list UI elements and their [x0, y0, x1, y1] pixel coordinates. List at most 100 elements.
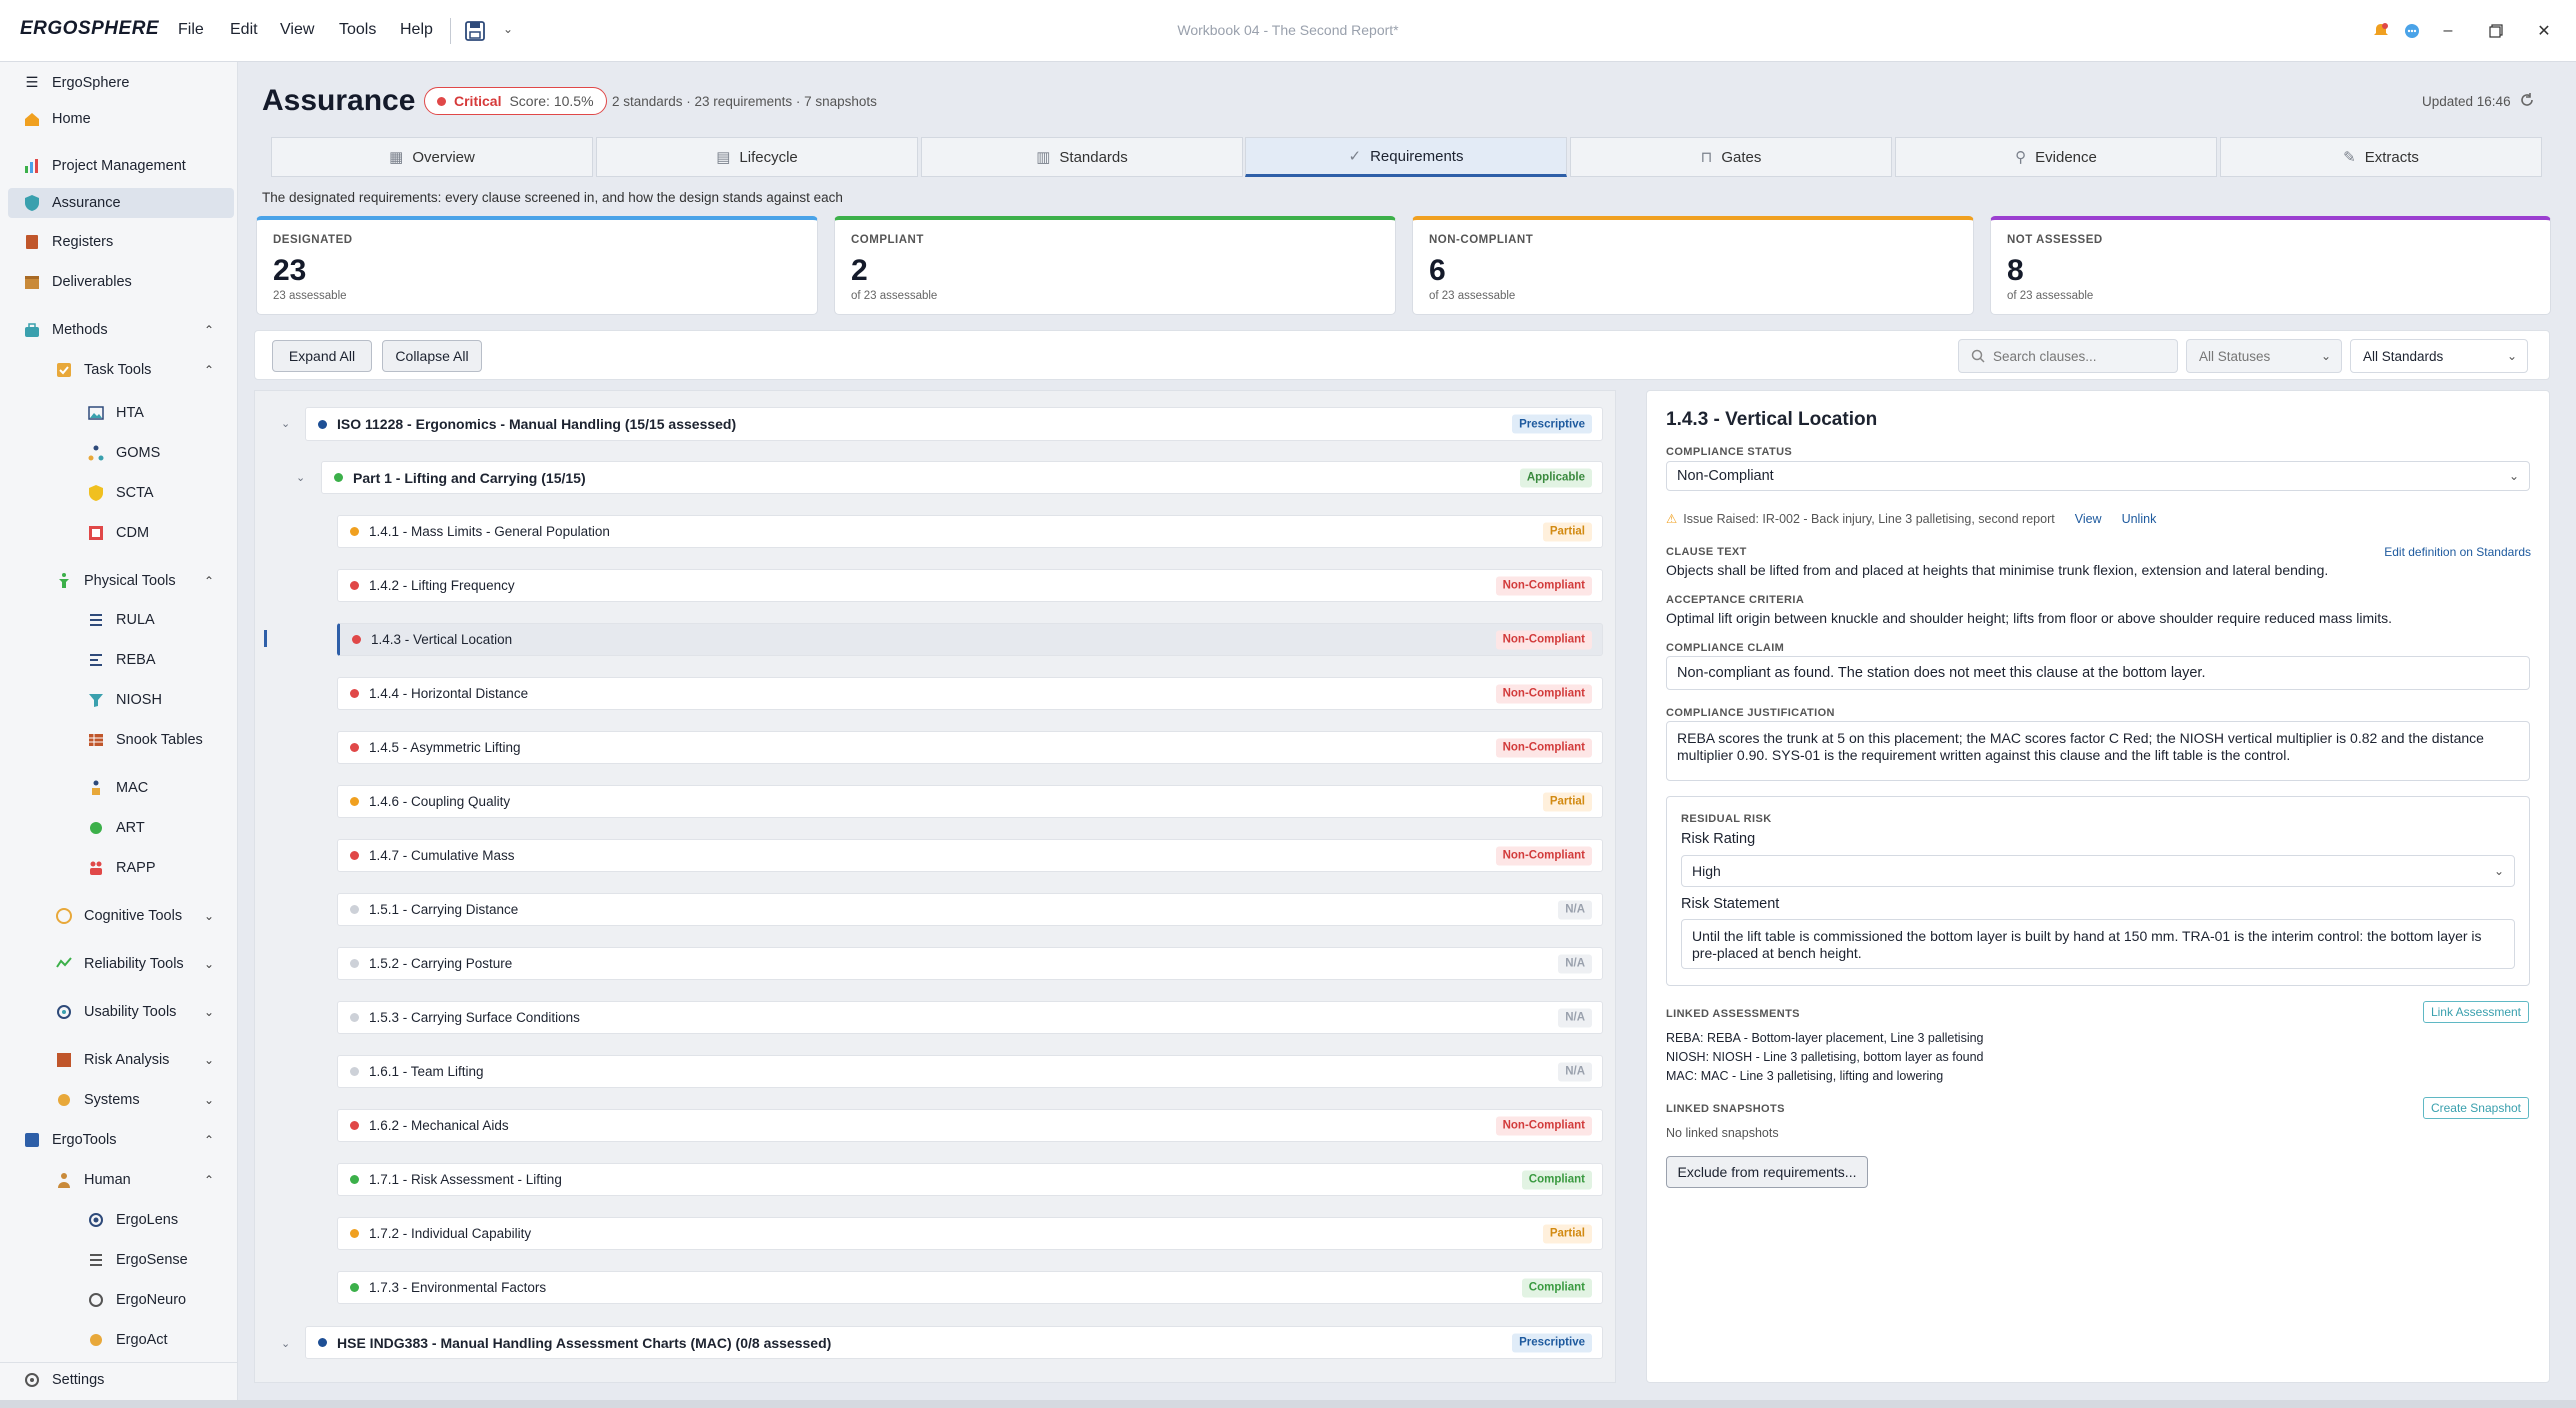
clause-row[interactable]: 1.4.7 - Cumulative Mass Non-Compliant — [337, 839, 1603, 872]
tab-overview[interactable]: ▦ Overview — [271, 137, 593, 177]
chevron-down-icon: ⌄ — [2508, 469, 2519, 483]
compliance-claim-field[interactable]: Non-compliant as found. The station does… — [1666, 656, 2530, 690]
tab-requirements[interactable]: ✓ Requirements — [1245, 137, 1567, 177]
clause-row[interactable]: 1.4.5 - Asymmetric Lifting Non-Compliant — [337, 731, 1603, 764]
standard-filter-value: All Standards — [2363, 348, 2444, 364]
residual-risk-section: RESIDUAL RISK Risk Rating High ⌄ Risk St… — [1666, 796, 2530, 986]
search-input[interactable]: Search clauses... — [1958, 339, 2178, 373]
chat-icon[interactable] — [2401, 20, 2423, 42]
sidebar-item-goms[interactable]: GOMS — [86, 440, 160, 466]
clause-row[interactable]: 1.5.2 - Carrying Posture N/A — [337, 947, 1603, 980]
create-snapshot-button[interactable]: Create Snapshot — [2422, 1097, 2529, 1119]
sidebar-item-home[interactable]: Home — [22, 106, 91, 132]
clause-row[interactable]: 1.4.3 - Vertical Location Non-Compliant — [337, 623, 1603, 656]
sidebar-item-ergoact[interactable]: ErgoAct — [86, 1327, 168, 1353]
sidebar-item-reba[interactable]: REBA — [86, 647, 156, 673]
sidebar-section-reliability-tools[interactable]: Reliability Tools ⌄ — [54, 951, 232, 977]
unlink-issue-link[interactable]: Unlink — [2122, 512, 2157, 526]
sidebar-section-risk-analysis[interactable]: Risk Analysis ⌄ — [54, 1047, 232, 1073]
tab-extracts[interactable]: ✎ Extracts — [2220, 137, 2542, 177]
status-dot — [350, 959, 359, 968]
sidebar-section-methods[interactable]: Methods ⌃ — [22, 317, 232, 343]
compliance-status-select[interactable]: Non-Compliant ⌄ — [1666, 461, 2530, 491]
sidebar-item-label: Cognitive Tools — [84, 908, 183, 924]
sidebar-item-hta[interactable]: HTA — [86, 400, 144, 426]
selected-indicator — [264, 630, 267, 647]
tab-gates[interactable]: ⊓ Gates — [1570, 137, 1892, 177]
clause-row[interactable]: 1.6.1 - Team Lifting N/A — [337, 1055, 1603, 1088]
chevron-down-icon[interactable]: ⌄ — [281, 417, 290, 430]
standard-row-hse-indg383[interactable]: HSE INDG383 - Manual Handling Assessment… — [305, 1326, 1603, 1359]
clause-row[interactable]: 1.4.2 - Lifting Frequency Non-Compliant — [337, 569, 1603, 602]
standard-filter-select[interactable]: All Standards ⌄ — [2350, 339, 2528, 373]
expand-all-button[interactable]: Expand All — [272, 340, 372, 372]
sidebar-item-settings[interactable]: Settings — [22, 1367, 104, 1393]
close-icon[interactable]: ✕ — [2533, 20, 2555, 42]
status-filter-select[interactable]: All Statuses ⌄ — [2186, 339, 2342, 373]
sidebar-item-scta[interactable]: SCTA — [86, 480, 154, 506]
view-issue-link[interactable]: View — [2075, 512, 2102, 526]
updated-text: Updated 16:46 — [2422, 94, 2511, 109]
clause-row[interactable]: 1.7.2 - Individual Capability Partial — [337, 1217, 1603, 1250]
chevron-down-icon[interactable]: ⌄ — [296, 471, 305, 484]
compliance-justification-field[interactable]: REBA scores the trunk at 5 on this place… — [1666, 721, 2530, 781]
sidebar-item-mac[interactable]: MAC — [86, 775, 148, 801]
part-row-lifting-carrying[interactable]: Part 1 - Lifting and Carrying (15/15) Ap… — [321, 461, 1603, 494]
notifications-icon[interactable] — [2370, 20, 2392, 42]
maximize-icon[interactable] — [2485, 20, 2507, 42]
chevron-down-icon: ⌄ — [203, 1005, 214, 1019]
sidebar-item-registers[interactable]: Registers — [22, 229, 113, 255]
sidebar-item-project-management[interactable]: Project Management — [22, 153, 186, 179]
linked-assessment-item[interactable]: NIOSH: NIOSH - Line 3 palletising, botto… — [1666, 1050, 1984, 1064]
clause-label: 1.5.1 - Carrying Distance — [369, 902, 519, 917]
link-assessment-button[interactable]: Link Assessment — [2422, 1001, 2529, 1023]
clause-row[interactable]: 1.4.1 - Mass Limits - General Population… — [337, 515, 1603, 548]
tab-lifecycle[interactable]: ▤ Lifecycle — [596, 137, 918, 177]
human-icon — [54, 1170, 74, 1190]
clause-label: 1.4.7 - Cumulative Mass — [369, 848, 515, 863]
sidebar-item-art[interactable]: ART — [86, 815, 145, 841]
linked-assessment-item[interactable]: REBA: REBA - Bottom-layer placement, Lin… — [1666, 1031, 1984, 1045]
sidebar-item-niosh[interactable]: NIOSH — [86, 687, 162, 713]
clause-label: 1.4.3 - Vertical Location — [371, 632, 513, 647]
status-badge: Compliant — [1521, 1170, 1592, 1189]
sidebar-item-assurance[interactable]: Assurance — [22, 190, 121, 216]
sidebar-section-systems[interactable]: Systems ⌄ — [54, 1087, 232, 1113]
sidebar-item-rula[interactable]: RULA — [86, 607, 155, 633]
sidebar-section-usability-tools[interactable]: Usability Tools ⌄ — [54, 999, 232, 1025]
clause-row[interactable]: 1.4.6 - Coupling Quality Partial — [337, 785, 1603, 818]
refresh-icon[interactable] — [2518, 91, 2536, 109]
sidebar-item-deliverables[interactable]: Deliverables — [22, 269, 132, 295]
clause-row[interactable]: 1.5.1 - Carrying Distance N/A — [337, 893, 1603, 926]
clause-label: 1.4.4 - Horizontal Distance — [369, 686, 529, 701]
tab-evidence[interactable]: ⚲ Evidence — [1895, 137, 2217, 177]
clause-row[interactable]: 1.5.3 - Carrying Surface Conditions N/A — [337, 1001, 1603, 1034]
minimize-icon[interactable]: – — [2437, 20, 2459, 42]
risk-statement-field[interactable]: Until the lift table is commissioned the… — [1681, 919, 2515, 969]
sidebar-item-ergoneuro[interactable]: ErgoNeuro — [86, 1287, 186, 1313]
clause-row[interactable]: 1.4.4 - Horizontal Distance Non-Compliant — [337, 677, 1603, 710]
standard-row-iso-11228[interactable]: ISO 11228 - Ergonomics - Manual Handling… — [305, 407, 1603, 441]
sidebar-section-ergotools[interactable]: ErgoTools ⌃ — [22, 1127, 232, 1153]
sidebar-section-cognitive-tools[interactable]: Cognitive Tools ⌄ — [54, 903, 232, 929]
sidebar-section-task-tools[interactable]: Task Tools ⌃ — [54, 357, 232, 383]
linked-assessment-item[interactable]: MAC: MAC - Line 3 palletising, lifting a… — [1666, 1069, 1943, 1083]
clause-row[interactable]: 1.7.3 - Environmental Factors Compliant — [337, 1271, 1603, 1304]
chevron-down-icon[interactable]: ⌄ — [281, 1337, 290, 1350]
sidebar-item-ergolens[interactable]: ErgoLens — [86, 1207, 178, 1233]
clause-row[interactable]: 1.7.1 - Risk Assessment - Lifting Complia… — [337, 1163, 1603, 1196]
collapse-all-button[interactable]: Collapse All — [382, 340, 482, 372]
risk-rating-select[interactable]: High ⌄ — [1681, 855, 2515, 887]
reliability-icon — [54, 954, 74, 974]
exclude-button[interactable]: Exclude from requirements... — [1666, 1156, 1868, 1188]
sidebar-section-physical-tools[interactable]: Physical Tools ⌃ — [54, 568, 232, 594]
sidebar-section-human[interactable]: Human ⌃ — [54, 1167, 232, 1193]
clause-row[interactable]: 1.6.2 - Mechanical Aids Non-Compliant — [337, 1109, 1603, 1142]
tab-standards[interactable]: ▥ Standards — [921, 137, 1243, 177]
edit-definition-link[interactable]: Edit definition on Standards — [2384, 545, 2531, 559]
sidebar-item-snook-tables[interactable]: Snook Tables — [86, 727, 203, 753]
sidebar-item-ergosense[interactable]: ErgoSense — [86, 1247, 188, 1273]
hamburger-icon[interactable]: ☰ — [22, 73, 42, 93]
sidebar-item-rapp[interactable]: RAPP — [86, 855, 156, 881]
sidebar-item-cdm[interactable]: CDM — [86, 520, 149, 546]
